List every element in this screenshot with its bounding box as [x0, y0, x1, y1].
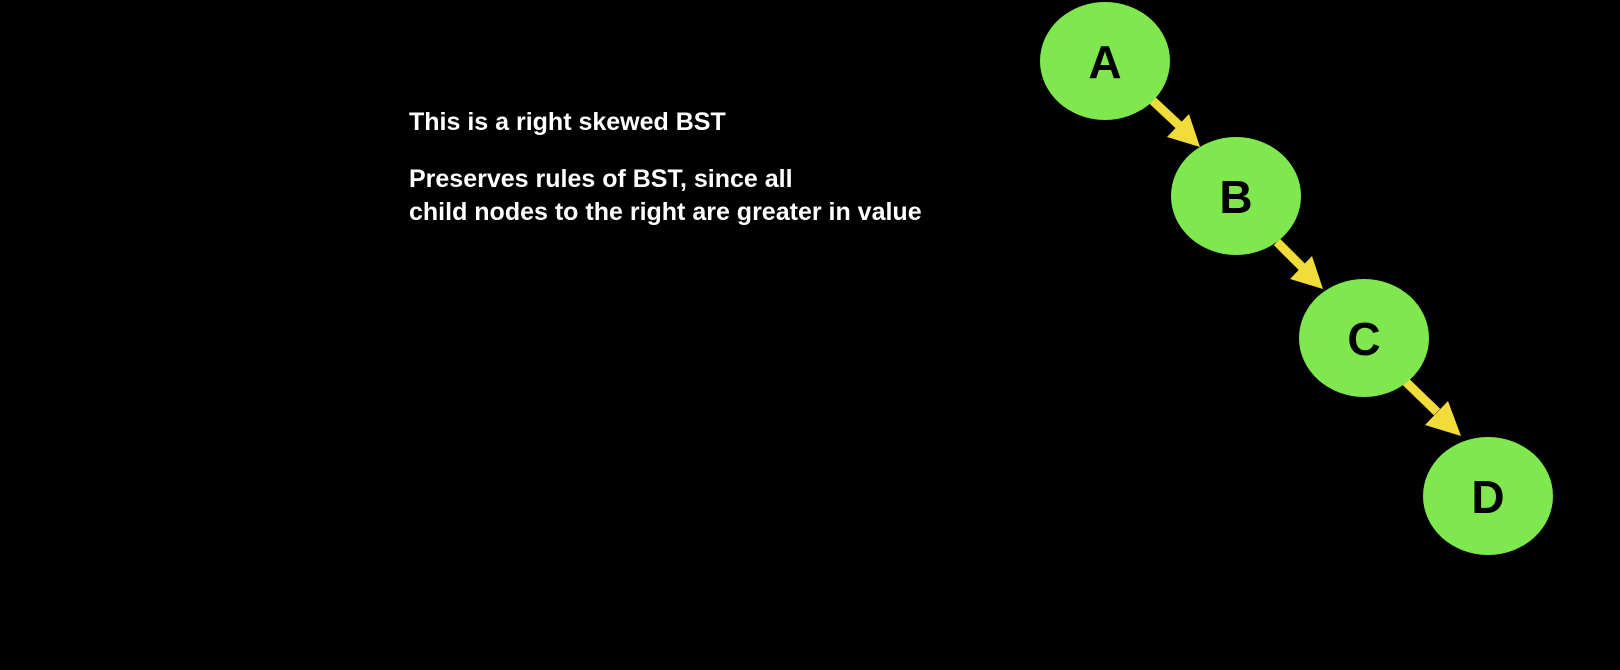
node-a: A — [1040, 2, 1170, 120]
edge-b-to-c — [1273, 238, 1323, 289]
node-b-label: B — [1219, 171, 1252, 223]
edge-a-to-b — [1148, 96, 1200, 147]
edge-b-to-c-shaft — [1273, 238, 1307, 272]
slide-canvas: This is a right skewed BST Preserves rul… — [0, 0, 1620, 670]
bst-diagram: A B C D — [1040, 2, 1553, 555]
edge-c-to-d-shaft — [1401, 377, 1441, 416]
edge-a-to-b-shaft — [1148, 96, 1186, 132]
node-a-label: A — [1088, 36, 1121, 88]
node-d-label: D — [1471, 471, 1504, 523]
node-c-label: C — [1347, 313, 1380, 365]
node-d: D — [1423, 437, 1553, 555]
node-c: C — [1299, 279, 1429, 397]
edge-c-to-d — [1401, 377, 1461, 436]
node-b: B — [1171, 137, 1301, 255]
